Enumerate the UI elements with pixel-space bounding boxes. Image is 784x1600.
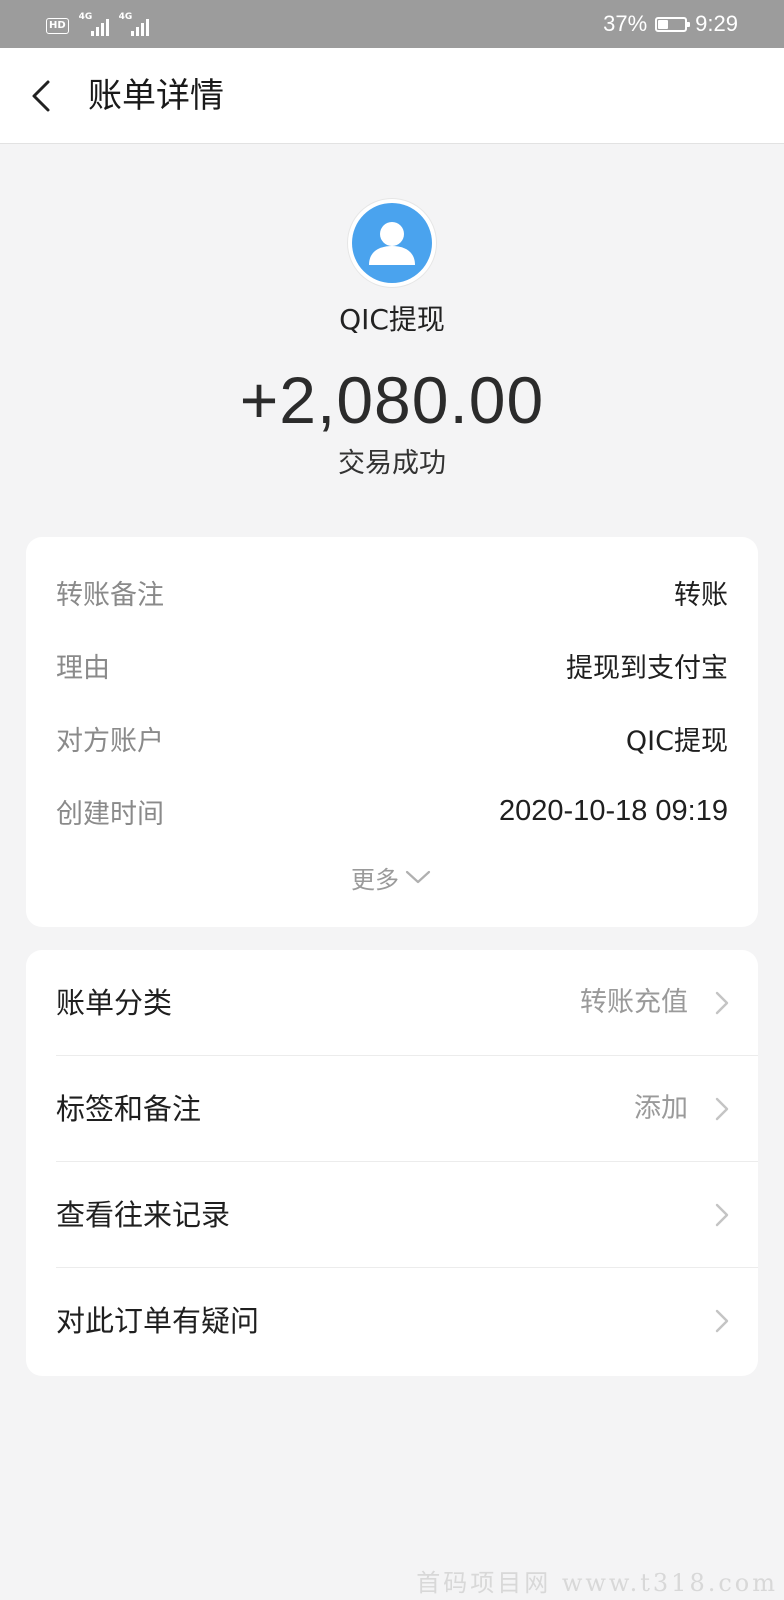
chevron-right-icon bbox=[715, 991, 729, 1015]
transaction-status: 交易成功 bbox=[338, 448, 446, 479]
signal-bars-icon bbox=[130, 19, 149, 36]
avatar bbox=[348, 199, 436, 287]
chevron-down-icon bbox=[405, 870, 431, 884]
status-right-indicators: 37% 9:29 bbox=[603, 10, 738, 38]
action-label: 标签和备注 bbox=[56, 1092, 202, 1126]
network-type-label: 4G bbox=[118, 12, 133, 22]
status-left-indicators: HD 4G 4G bbox=[46, 12, 149, 36]
detail-label: 理由 bbox=[56, 652, 110, 684]
battery-percent: 37% bbox=[603, 11, 648, 36]
action-label: 对此订单有疑问 bbox=[56, 1304, 260, 1338]
hd-voice-badge: HD bbox=[46, 18, 69, 34]
action-value: 添加 bbox=[634, 1093, 688, 1124]
detail-label: 对方账户 bbox=[56, 725, 164, 757]
detail-value: 转账 bbox=[674, 579, 728, 611]
detail-row-created-time: 创建时间 2020-10-18 09:19 bbox=[56, 789, 728, 833]
more-label: 更多 bbox=[351, 865, 399, 894]
transaction-amount: +2,080.00 bbox=[239, 363, 545, 437]
page-title: 账单详情 bbox=[88, 76, 224, 116]
signal-group-2: 4G bbox=[118, 12, 149, 36]
app-header: 账单详情 bbox=[0, 48, 784, 144]
detail-label: 创建时间 bbox=[56, 798, 164, 830]
action-card: 账单分类 转账充值 标签和备注 添加 查看往来记录 对此订单有疑问 bbox=[26, 950, 758, 1376]
detail-value: 2020-10-18 09:19 bbox=[499, 794, 728, 827]
user-silhouette bbox=[369, 222, 415, 265]
action-row-order-question[interactable]: 对此订单有疑问 bbox=[26, 1268, 758, 1374]
detail-row-remark: 转账备注 转账 bbox=[56, 570, 728, 614]
chevron-left-icon bbox=[32, 80, 50, 112]
chevron-right-icon bbox=[715, 1203, 729, 1227]
battery-icon bbox=[655, 16, 691, 32]
detail-card: 转账备注 转账 理由 提现到支付宝 对方账户 QIC提现 创建时间 2020-1… bbox=[26, 537, 758, 927]
action-label: 账单分类 bbox=[56, 986, 173, 1020]
network-type-label: 4G bbox=[78, 12, 93, 22]
counterparty-name: QIC提现 bbox=[339, 303, 445, 336]
chevron-right-icon bbox=[715, 1097, 729, 1121]
battery-level-fill bbox=[658, 19, 668, 29]
status-bar: HD 4G 4G 37% 9:29 bbox=[0, 0, 784, 48]
detail-row-account: 对方账户 QIC提现 bbox=[56, 716, 728, 760]
clock: 9:29 bbox=[695, 11, 738, 36]
detail-row-reason: 理由 提现到支付宝 bbox=[56, 643, 728, 687]
chevron-right-icon bbox=[715, 1309, 729, 1333]
watermark: 首码项目网 www.t318.com bbox=[416, 1569, 778, 1597]
action-row-history[interactable]: 查看往来记录 bbox=[26, 1162, 758, 1268]
action-row-bill-category[interactable]: 账单分类 转账充值 bbox=[26, 950, 758, 1056]
signal-bars-icon bbox=[90, 19, 109, 36]
signal-group-1: 4G bbox=[78, 12, 109, 36]
user-avatar-icon bbox=[352, 203, 432, 283]
action-label: 查看往来记录 bbox=[56, 1198, 231, 1232]
more-toggle-button[interactable]: 更多 bbox=[26, 857, 758, 897]
detail-label: 转账备注 bbox=[56, 579, 164, 611]
back-button[interactable] bbox=[24, 74, 64, 118]
action-value: 转账充值 bbox=[580, 987, 688, 1018]
action-row-tags-notes[interactable]: 标签和备注 添加 bbox=[26, 1056, 758, 1162]
detail-value: 提现到支付宝 bbox=[566, 652, 728, 684]
detail-value: QIC提现 bbox=[625, 725, 728, 757]
